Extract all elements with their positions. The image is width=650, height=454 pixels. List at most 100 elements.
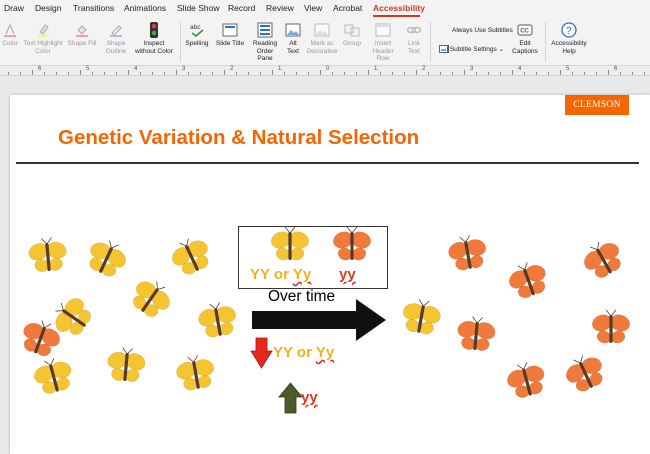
butterfly[interactable]: [503, 257, 555, 304]
closed-captions-icon: CC: [517, 24, 533, 36]
selected-for-label[interactable]: yy: [301, 389, 318, 406]
ruler-tick: [368, 70, 369, 75]
text-highlight-color-label: Text Highlight Color: [23, 40, 63, 55]
tab-acrobat[interactable]: Acrobat: [333, 3, 362, 13]
ruler-tick: [476, 72, 477, 75]
tab-animations[interactable]: Animations: [124, 3, 166, 13]
ruler-number: 1: [374, 66, 378, 72]
butterfly[interactable]: [454, 315, 499, 354]
subtitle-settings-dropdown[interactable]: Subtitle Settings ⌄: [439, 45, 504, 54]
decorative-image-icon: [314, 23, 330, 37]
ruler-tick: [620, 72, 621, 75]
butterfly[interactable]: [590, 309, 632, 345]
slide-title-label: Slide Title: [215, 40, 245, 47]
svg-text:?: ?: [566, 26, 572, 37]
inspect-without-color-button[interactable]: Inspect without Color: [133, 22, 175, 55]
slide-title-button[interactable]: Slide Title: [213, 22, 247, 48]
reading-order-pane-button[interactable]: Reading Order Pane: [249, 22, 281, 63]
tab-design[interactable]: Design: [35, 3, 61, 13]
butterfly[interactable]: [15, 315, 67, 362]
tab-accessibility[interactable]: Accessibility: [373, 3, 425, 13]
butterfly[interactable]: [559, 349, 612, 399]
ruler-tick: [56, 72, 57, 75]
butterfly[interactable]: [46, 290, 99, 345]
alt-text-button[interactable]: Alt Text: [283, 22, 303, 55]
butterfly[interactable]: [444, 233, 492, 275]
tab-view[interactable]: View: [304, 3, 322, 13]
genotype-recessive-label[interactable]: yy: [339, 266, 356, 283]
over-time-label[interactable]: Over time: [268, 288, 335, 306]
clemson-logo: CLEMSON: [565, 95, 629, 115]
butterfly[interactable]: [123, 272, 178, 325]
link-text-label: Link Text: [408, 40, 420, 55]
tab-draw[interactable]: Draw: [4, 3, 24, 13]
ruler-tick: [296, 72, 297, 75]
slide-canvas[interactable]: CLEMSON Genetic Variation & Natural Sele…: [10, 95, 650, 454]
active-tab-indicator: [373, 15, 420, 17]
ruler-number: 1: [278, 66, 282, 72]
accessibility-help-label: Accessibility Help: [551, 40, 587, 55]
ribbon-separator: [430, 22, 431, 62]
butterfly[interactable]: [172, 353, 220, 395]
ruler-tick: [644, 72, 645, 75]
ruler-tick: [548, 72, 549, 75]
edit-captions-label: Edit Captions: [512, 40, 538, 55]
tab-record[interactable]: Record: [228, 3, 255, 13]
ruler-number: 0: [326, 66, 330, 72]
red-down-arrow[interactable]: [250, 337, 273, 369]
subtitle-settings-label: Subtitle Settings: [449, 46, 497, 53]
spelling-icon-text: abc: [190, 24, 201, 31]
insert-header-row-button[interactable]: Insert Header Row: [365, 22, 401, 63]
ruler-tick: [488, 72, 489, 75]
ruler-number: 4: [134, 66, 138, 72]
butterfly[interactable]: [397, 297, 445, 339]
mark-as-decorative-button[interactable]: Mark as Decorative: [305, 22, 339, 55]
ruler-tick: [356, 72, 357, 75]
ruler-tick: [536, 72, 537, 75]
butterfly[interactable]: [104, 346, 149, 385]
tab-slide-show[interactable]: Slide Show: [177, 3, 220, 13]
selected-against-label[interactable]: YY or Yy: [273, 344, 334, 361]
ruler-tick: [440, 72, 441, 75]
link-text-button[interactable]: Link Text: [403, 22, 425, 55]
butterfly[interactable]: [165, 232, 218, 282]
ruler-tick: [452, 72, 453, 75]
ruler-tick: [320, 70, 321, 75]
accessibility-help-button[interactable]: ? Accessibility Help: [549, 22, 589, 55]
text-highlight-color-button[interactable]: Text Highlight Color: [22, 22, 64, 55]
alt-text-image-icon: [285, 23, 301, 37]
help-question-icon: ?: [561, 22, 577, 38]
traffic-light-icon: [150, 22, 158, 38]
ruler-tick: [560, 70, 561, 75]
link-chain-icon: [406, 26, 422, 34]
ruler-tick: [248, 72, 249, 75]
slide-title[interactable]: Genetic Variation & Natural Selection: [58, 126, 419, 150]
ruler-number: 6: [38, 66, 42, 72]
accessibility-ribbon: Color Text Highlight Color Shape Fill Sh…: [0, 18, 650, 66]
butterfly[interactable]: [25, 236, 70, 275]
shape-fill-button[interactable]: Shape Fill: [66, 22, 98, 48]
ruler-tick: [308, 72, 309, 75]
group-button[interactable]: Group: [341, 22, 363, 48]
genotype-or: or: [292, 344, 316, 361]
butterfly[interactable]: [502, 358, 552, 403]
genotype-yellow-label[interactable]: YY or Yy: [250, 266, 311, 283]
spelling-button[interactable]: abc Spelling: [183, 22, 211, 48]
butterfly[interactable]: [80, 234, 133, 284]
font-color-button[interactable]: Color: [0, 22, 20, 48]
shape-outline-label: Shape Outline: [105, 40, 127, 55]
butterfly[interactable]: [576, 234, 630, 285]
tab-transitions[interactable]: Transitions: [73, 3, 114, 13]
butterfly[interactable]: [194, 300, 242, 342]
butterfly[interactable]: [29, 354, 79, 399]
ruler-number: 3: [470, 66, 474, 72]
tab-review[interactable]: Review: [266, 3, 294, 13]
shape-outline-button[interactable]: Shape Outline: [101, 22, 131, 55]
edit-captions-button[interactable]: CC Edit Captions: [510, 22, 540, 55]
ruler-tick: [236, 72, 237, 75]
ruler-number: 4: [518, 66, 522, 72]
paint-bucket-icon: [76, 25, 88, 37]
green-up-arrow[interactable]: [278, 382, 303, 414]
ruler-tick: [8, 72, 9, 75]
insert-header-row-label: Insert Header Row: [372, 40, 394, 62]
